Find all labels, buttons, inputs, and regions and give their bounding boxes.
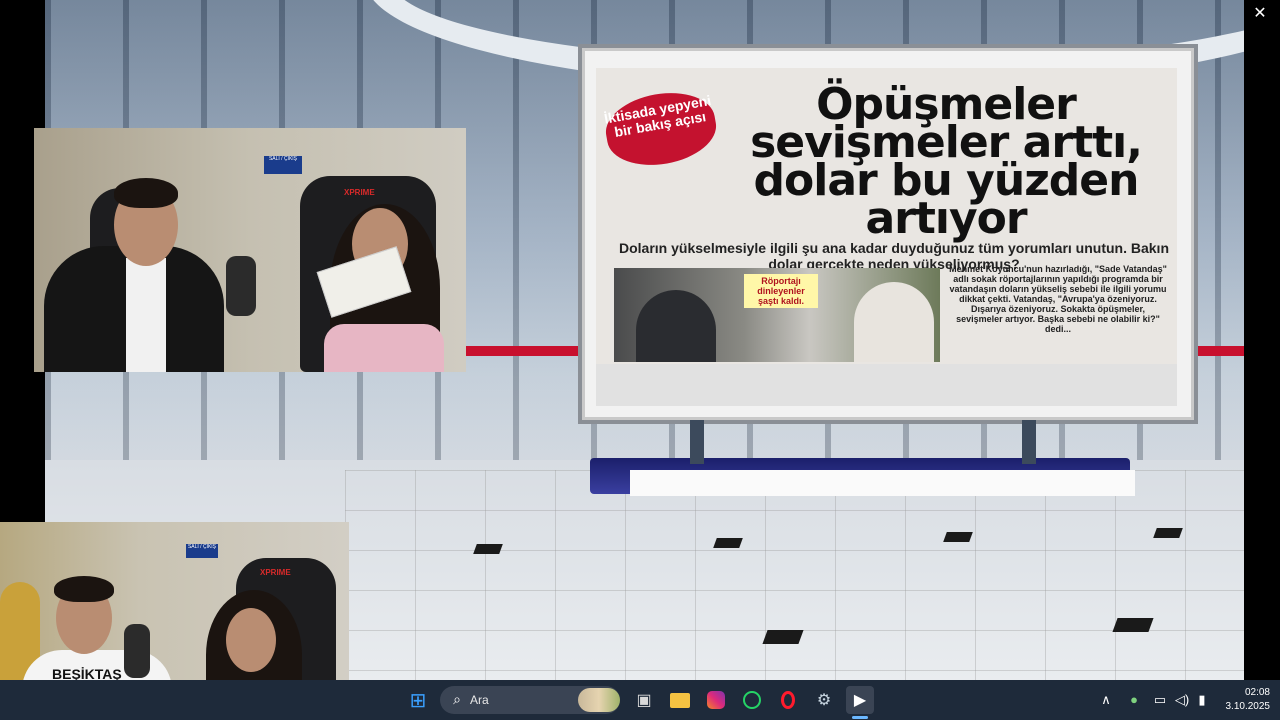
photo-person (636, 290, 716, 362)
microphone-icon[interactable]: ● (1124, 690, 1144, 710)
whatsapp-icon[interactable] (738, 686, 766, 714)
display-icon[interactable]: ▭ (1150, 690, 1170, 710)
webcam-feed-main: SALI / ÇIKIŞ XPRIME (34, 128, 466, 372)
volume-icon[interactable]: ◁) (1172, 690, 1192, 710)
floor-mark (1112, 618, 1154, 632)
battery-icon[interactable]: ▮ (1192, 690, 1212, 710)
photo-caption: Röportajı dinleyenler şaştı kaldı. (744, 274, 818, 308)
clock-date: 3.10.2025 (1225, 701, 1271, 712)
tv-stand (690, 420, 704, 464)
person-head (226, 608, 276, 672)
instagram-icon[interactable] (702, 686, 730, 714)
floor-mark (762, 630, 804, 644)
shirt (126, 258, 166, 372)
task-view-icon[interactable]: ▣ (630, 686, 658, 714)
exit-sign: SALI / ÇIKIŞ (186, 544, 218, 558)
microphone (124, 624, 150, 678)
floor-mark (713, 538, 743, 548)
tv-lower-band (596, 364, 1177, 406)
exit-sign: SALI / ÇIKIŞ (264, 156, 302, 174)
floor-mark (943, 532, 973, 542)
floor-mark (473, 544, 503, 554)
person-right-body (324, 324, 444, 372)
newspaper-clipping: İktisada yepyeni bir bakış açısı Öpüşmel… (596, 68, 1177, 364)
person-hair (114, 178, 178, 208)
tv-screen: İktisada yepyeni bir bakış açısı Öpüşmel… (596, 68, 1177, 406)
newspaper-badge: İktisada yepyeni bir bakış açısı (600, 84, 722, 174)
studio-desk (630, 470, 1135, 496)
windows-start-icon[interactable]: ⊞ (404, 686, 432, 714)
newspaper-photo: Röportajı dinleyenler şaştı kaldı. (614, 268, 940, 362)
search-highlight-image (578, 688, 620, 712)
floor-mark (1153, 528, 1183, 538)
system-clock[interactable]: 02:08 3.10.2025 (1212, 686, 1271, 714)
chair-brand: XPRIME (260, 568, 291, 577)
newspaper-body: Mehmet Koyuncu'nun hazırladığı, "Sade Va… (949, 264, 1167, 334)
search-input[interactable]: Ara (470, 693, 489, 707)
photo-person (854, 282, 934, 362)
studio-floor (345, 470, 1244, 680)
clock-time: 02:08 (1244, 687, 1270, 698)
tray-chevron-icon[interactable]: ∧ (1096, 690, 1116, 710)
chair-brand: XPRIME (344, 188, 375, 197)
active-app-indicator (852, 716, 868, 719)
taskbar: ⊞ ⌕ Ara ▣ ⚙ ▶ ∧ ● ▭ ◁) ▮ 02:08 3.10.2025 (0, 680, 1280, 720)
tv-stand (1022, 420, 1036, 464)
steam-icon[interactable]: ⚙ (810, 686, 838, 714)
file-explorer-icon[interactable] (666, 686, 694, 714)
person-hair (54, 576, 114, 602)
opera-icon[interactable] (774, 686, 802, 714)
search-icon: ⌕ (453, 691, 461, 707)
newspaper-headline: Öpüşmeler sevişmeler arttı, dolar bu yüz… (750, 79, 1143, 244)
microphone (226, 256, 256, 316)
close-icon[interactable]: ✕ (1250, 4, 1270, 24)
media-player-icon[interactable]: ▶ (846, 686, 874, 714)
